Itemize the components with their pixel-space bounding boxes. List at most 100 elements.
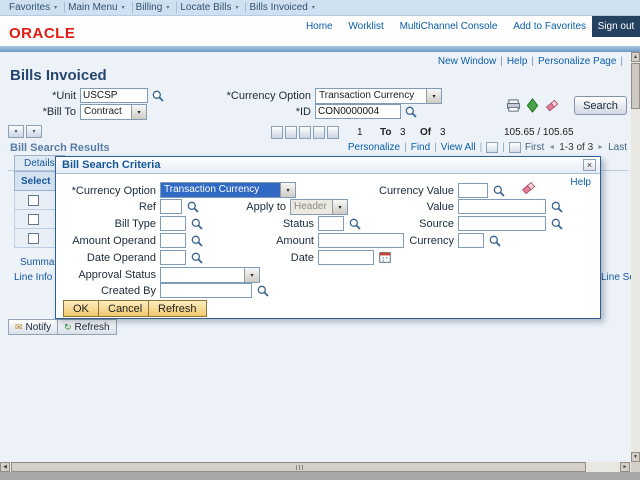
breadcrumb-item-favorites[interactable]: Favorites▾: [6, 2, 65, 13]
zoom-grid-icon[interactable]: [509, 142, 521, 153]
value-input[interactable]: [458, 199, 546, 214]
grid-header-links: PersonalizeFindView All First◄1-3 of 3►L…: [348, 142, 627, 153]
scroll-right-icon[interactable]: ►: [620, 462, 630, 472]
last-link[interactable]: Last: [608, 142, 627, 153]
id-input[interactable]: [315, 104, 401, 119]
home-link[interactable]: Home: [306, 21, 333, 32]
status-input[interactable]: [318, 216, 344, 231]
modal-currency-option-select[interactable]: Transaction Currency ▾: [160, 182, 296, 198]
scroll-left-icon[interactable]: ◀: [0, 462, 10, 472]
horizontal-scroll-thumb[interactable]: [11, 462, 586, 472]
bill-to-label: *Bill To: [10, 106, 76, 118]
separator: [480, 142, 483, 153]
id-lookup-icon[interactable]: [404, 105, 418, 119]
value-lookup-icon[interactable]: [550, 200, 564, 214]
ref-lookup-icon[interactable]: [186, 200, 200, 214]
cancel-button[interactable]: Cancel: [98, 300, 152, 317]
calendar-icon[interactable]: [378, 250, 392, 264]
zoom-icon[interactable]: [271, 126, 283, 139]
breadcrumb-item-bills-invoiced[interactable]: Bills Invoiced▾: [246, 2, 321, 13]
approval-status-select[interactable]: ▾: [160, 267, 260, 283]
bill-to-value: Contract: [81, 105, 131, 119]
unit-lookup-icon[interactable]: [151, 89, 165, 103]
currency-value-input[interactable]: [458, 183, 488, 198]
date-operand-lookup-icon[interactable]: [190, 251, 204, 265]
currency-option-select[interactable]: Transaction Currency ▾: [315, 88, 442, 104]
row-checkbox[interactable]: [28, 195, 39, 206]
row-checkbox[interactable]: [28, 233, 39, 244]
sign-out-button[interactable]: Sign out: [592, 16, 640, 37]
new-window-link[interactable]: New Window: [438, 56, 507, 67]
find-link[interactable]: Find: [411, 142, 430, 153]
of-label: Of: [420, 127, 431, 138]
bill-type-lookup-icon[interactable]: [190, 217, 204, 231]
search-button[interactable]: Search: [574, 96, 627, 115]
dropdown-arrow-icon: ▾: [280, 183, 295, 197]
table-row: [14, 191, 61, 210]
breadcrumb-item-locate-bills[interactable]: Locate Bills▾: [177, 2, 246, 13]
scroll-down-icon[interactable]: ▼: [631, 452, 640, 462]
dropdown-arrow-icon: ▾: [332, 200, 347, 214]
personalize-page-link[interactable]: Personalize Page: [538, 56, 627, 67]
download-to-excel-icon[interactable]: [285, 126, 297, 139]
dialog-refresh-button[interactable]: Refresh: [148, 300, 207, 317]
results-grid: Select: [14, 171, 61, 248]
personalize-link[interactable]: Personalize: [348, 142, 400, 153]
bill-type-input[interactable]: [160, 216, 186, 231]
unit-input[interactable]: [80, 88, 148, 103]
row-checkbox[interactable]: [28, 214, 39, 225]
help-link[interactable]: Help: [507, 56, 538, 67]
currency-input[interactable]: [458, 233, 484, 248]
dropdown-arrow-icon: ▾: [426, 89, 441, 103]
source-input[interactable]: [458, 216, 546, 231]
notify-button[interactable]: ✉ Notify: [8, 319, 58, 335]
date-operand-label: Date Operand: [56, 252, 156, 264]
row-to: 3: [400, 127, 406, 138]
vertical-scroll-thumb[interactable]: [631, 63, 640, 109]
refresh-icon: ↻: [64, 322, 72, 333]
worklist-link[interactable]: Worklist: [348, 21, 383, 32]
scroll-up-icon[interactable]: ▲: [631, 52, 640, 62]
currency-lookup-icon[interactable]: [488, 234, 502, 248]
next-page-icon[interactable]: ►: [597, 144, 604, 151]
chevron-down-icon: ▾: [122, 5, 125, 11]
envelope-icon: ✉: [15, 322, 23, 333]
bill-to-select[interactable]: Contract ▾: [80, 104, 147, 120]
amount-operand-input[interactable]: [160, 233, 186, 248]
currency-value-lookup-icon[interactable]: [492, 184, 506, 198]
ok-button[interactable]: OK: [63, 300, 99, 317]
grid-menu-icon-2[interactable]: ▾: [26, 125, 42, 138]
created-by-lookup-icon[interactable]: [256, 284, 270, 298]
export-icon[interactable]: [525, 98, 540, 113]
grid-menu-icon[interactable]: ▾: [8, 125, 24, 138]
modal-currency-option-label: *Currency Option: [56, 185, 156, 197]
clear-icon[interactable]: [544, 97, 560, 113]
download-icon[interactable]: [486, 142, 498, 153]
dialog-help-link[interactable]: Help: [570, 177, 591, 188]
chevron-down-icon: ▾: [54, 5, 57, 11]
view-all-link[interactable]: View All: [441, 142, 476, 153]
tab-line-info[interactable]: Line Info 1: [14, 272, 61, 283]
apply-to-label: Apply to: [206, 201, 286, 213]
first-link[interactable]: First: [525, 142, 544, 153]
print-icon[interactable]: [506, 98, 521, 113]
breadcrumb-item-billing[interactable]: Billing▾: [133, 2, 178, 13]
popout-grid-icon[interactable]: [327, 126, 339, 139]
ref-input[interactable]: [160, 199, 182, 214]
multichannel-console-link[interactable]: MultiChannel Console: [400, 21, 498, 32]
date-input[interactable]: [318, 250, 374, 265]
amount-operand-lookup-icon[interactable]: [190, 234, 204, 248]
source-lookup-icon[interactable]: [550, 217, 564, 231]
refresh-button[interactable]: ↻ Refresh: [57, 319, 117, 335]
date-operand-input[interactable]: [160, 250, 186, 265]
breadcrumb-label: Bills Invoiced: [249, 2, 307, 13]
expand-grid-icon[interactable]: [313, 126, 325, 139]
personalize-grid-icon[interactable]: [299, 126, 311, 139]
dropdown-arrow-icon: ▾: [244, 268, 259, 282]
breadcrumb-item-main-menu[interactable]: Main Menu▾: [65, 2, 132, 13]
add-to-favorites-link[interactable]: Add to Favorites: [513, 21, 586, 32]
close-icon[interactable]: ×: [583, 159, 596, 171]
window-bottom-edge: [0, 472, 640, 480]
clear-currency-icon[interactable]: [520, 179, 537, 196]
created-by-input[interactable]: [160, 283, 252, 298]
